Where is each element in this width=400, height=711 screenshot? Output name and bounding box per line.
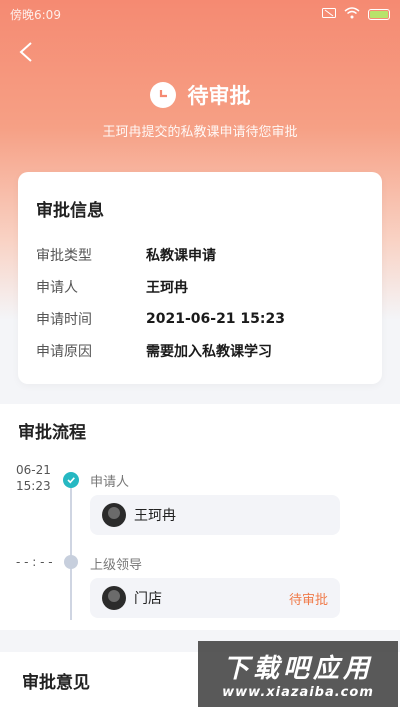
- info-row-reason: 申请原因 需要加入私教课学习: [36, 335, 364, 367]
- status-bar: 傍晚6:09: [0, 0, 400, 28]
- status-subtitle: 王珂冉提交的私教课申请待您审批: [102, 125, 298, 140]
- info-label: 申请时间: [36, 312, 92, 328]
- chevron-left-icon: [19, 42, 32, 62]
- back-button[interactable]: [12, 38, 40, 66]
- info-value: 私教课申请: [146, 248, 216, 264]
- info-row-time: 申请时间 2021-06-21 15:23: [36, 303, 364, 335]
- wifi-icon: [344, 6, 360, 22]
- status-icons: [322, 6, 390, 22]
- sim-icon: [322, 7, 336, 21]
- check-icon: [63, 472, 79, 488]
- watermark-logo: 下载吧应用 www.xiazaiba.com: [198, 641, 398, 707]
- info-row-type: 审批类型 私教课申请: [36, 239, 364, 271]
- opinion-title: 审批意见: [22, 673, 90, 693]
- approval-info-card: 审批信息 审批类型 私教课申请 申请人 王珂冉 申请时间 2021-06-21 …: [18, 172, 382, 384]
- card-title: 审批信息: [36, 201, 104, 221]
- avatar: [102, 503, 126, 527]
- info-row-applicant: 申请人 王珂冉: [36, 271, 364, 303]
- status-title: 待审批: [187, 84, 251, 108]
- info-label: 申请原因: [36, 344, 92, 360]
- step-state: 待审批: [288, 592, 328, 608]
- status-time: 傍晚6:09: [10, 7, 61, 22]
- pending-dot-icon: [64, 555, 78, 569]
- watermark-url: www.xiazaiba.com: [222, 685, 374, 700]
- step-date: 06-21: [16, 463, 51, 477]
- watermark-main: 下载吧应用: [222, 654, 373, 684]
- step-time: 15:23: [16, 479, 51, 493]
- step-date: - - : - -: [16, 555, 53, 569]
- info-value: 2021-06-21 15:23: [146, 311, 285, 327]
- flow-title: 审批流程: [18, 423, 86, 443]
- step-approver-card[interactable]: 门店 待审批: [90, 578, 340, 618]
- info-value: 需要加入私教课学习: [146, 344, 272, 360]
- clock-icon: [149, 82, 176, 108]
- step-role: 申请人: [90, 475, 130, 490]
- avatar: [102, 586, 126, 610]
- step-approver-card[interactable]: 王珂冉: [90, 495, 340, 535]
- approver-name: 王珂冉: [134, 508, 176, 524]
- info-label: 申请人: [36, 280, 78, 296]
- info-label: 审批类型: [36, 248, 92, 264]
- battery-icon: [368, 8, 390, 20]
- approval-flow-section: 审批流程 06-21 15:23 申请人 王珂冉 - - : - - 上级领导 …: [0, 404, 400, 630]
- step-role: 上级领导: [90, 558, 143, 573]
- approver-name: 门店: [134, 591, 162, 607]
- timeline-line: [70, 480, 72, 620]
- approval-status: 待审批: [0, 80, 400, 110]
- info-value: 王珂冉: [146, 280, 188, 296]
